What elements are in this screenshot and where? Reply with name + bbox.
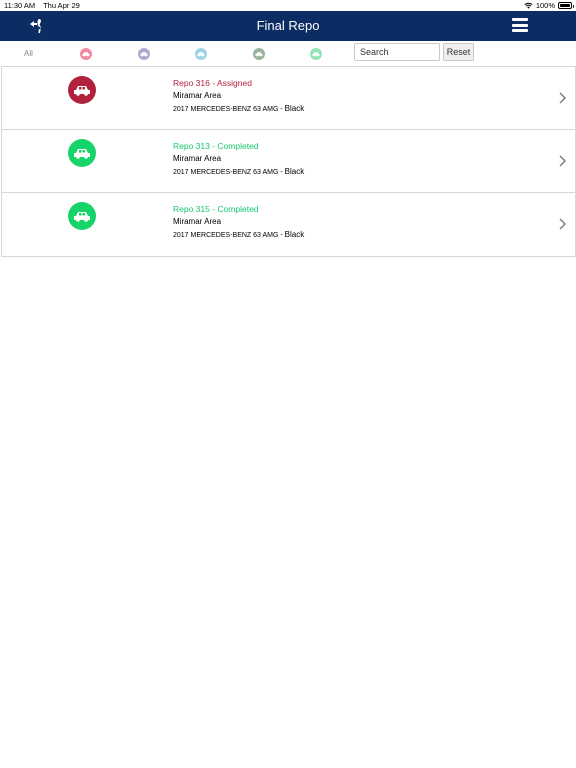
repo-list: Repo 316 - Assigned Miramar Area 2017 ME…	[1, 66, 576, 257]
vehicle-model: 2017 MERCEDES-BENZ 63 AMG -	[173, 169, 285, 176]
status-right: 100%	[524, 0, 574, 11]
chevron-right-icon	[559, 92, 566, 104]
car-icon	[140, 52, 148, 57]
list-item[interactable]: Repo 316 - Assigned Miramar Area 2017 ME…	[2, 67, 575, 130]
item-vehicle: 2017 MERCEDES-BENZ 63 AMG - Black	[173, 230, 304, 239]
vehicle-model: 2017 MERCEDES-BENZ 63 AMG -	[173, 106, 285, 113]
filter-status-5[interactable]	[310, 48, 322, 60]
vehicle-color: Black	[284, 230, 305, 239]
item-title: Repo 315 - Completed	[173, 204, 259, 214]
chevron-right-icon	[559, 218, 566, 230]
status-bar: 11:30 AM Thu Apr 29 100%	[0, 0, 576, 11]
search-input[interactable]	[354, 43, 440, 61]
vehicle-color: Black	[284, 104, 305, 113]
status-time: 11:30 AM	[4, 1, 36, 10]
list-item[interactable]: Repo 315 - Completed Miramar Area 2017 M…	[2, 193, 575, 256]
battery-percent: 100%	[535, 1, 555, 10]
car-icon	[82, 52, 90, 57]
battery-icon	[558, 2, 574, 9]
chevron-right-icon	[559, 155, 566, 167]
item-vehicle: 2017 MERCEDES-BENZ 63 AMG - Black	[173, 167, 304, 176]
filter-bar: All Reset	[0, 41, 576, 66]
car-icon	[312, 52, 320, 57]
page-title: Final Repo	[256, 18, 320, 33]
wifi-icon	[524, 2, 533, 9]
filter-status-1[interactable]	[80, 48, 92, 60]
filter-status-4[interactable]	[253, 48, 265, 60]
item-area: Miramar Area	[173, 154, 222, 163]
car-icon	[74, 86, 90, 96]
filter-status-3[interactable]	[195, 48, 207, 60]
vehicle-model: 2017 MERCEDES-BENZ 63 AMG -	[173, 232, 285, 239]
item-vehicle: 2017 MERCEDES-BENZ 63 AMG - Black	[173, 104, 304, 113]
car-icon	[74, 149, 90, 159]
status-date: Thu Apr 29	[43, 1, 80, 10]
item-title: Repo 316 - Assigned	[173, 78, 252, 88]
nav-bar: Final Repo	[0, 11, 576, 41]
status-avatar	[68, 139, 96, 167]
filter-status-2[interactable]	[138, 48, 150, 60]
item-title: Repo 313 - Completed	[173, 141, 259, 151]
car-icon	[74, 212, 90, 222]
car-icon	[197, 52, 205, 57]
item-area: Miramar Area	[173, 91, 222, 100]
filter-all[interactable]: All	[24, 49, 33, 58]
status-avatar	[68, 202, 96, 230]
status-avatar	[68, 76, 96, 104]
menu-icon[interactable]	[512, 18, 528, 32]
item-area: Miramar Area	[173, 217, 222, 226]
status-left: 11:30 AM Thu Apr 29	[4, 0, 86, 11]
vehicle-color: Black	[284, 167, 305, 176]
car-icon	[255, 52, 263, 57]
reset-button[interactable]: Reset	[443, 43, 474, 61]
list-item[interactable]: Repo 313 - Completed Miramar Area 2017 M…	[2, 130, 575, 193]
